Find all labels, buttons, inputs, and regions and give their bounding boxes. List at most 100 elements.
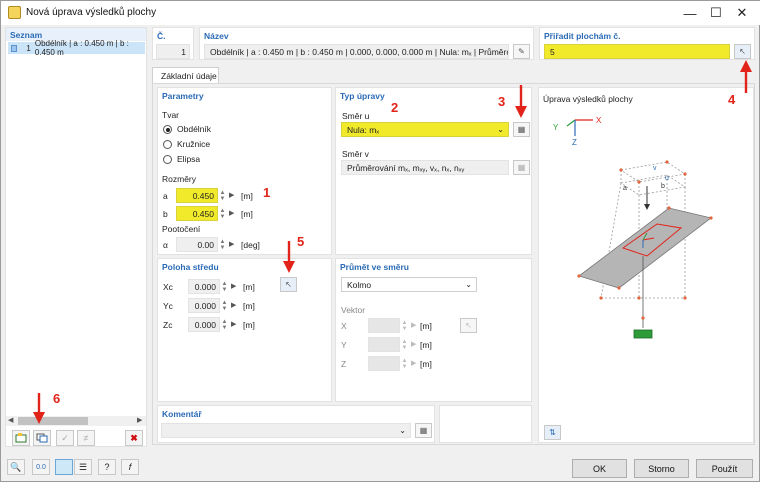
yc-input[interactable]: 0.000	[188, 298, 220, 313]
direction-v-edit-icon[interactable]: ▦	[513, 160, 530, 175]
list-item[interactable]: 1 Obdélník | a : 0.450 m | b : 0.450 m	[8, 39, 145, 57]
list-item-text: Obdélník | a : 0.450 m | b : 0.450 m	[34, 39, 129, 57]
ok-button[interactable]: OK	[572, 459, 627, 478]
direction-v-select[interactable]: Průměrování mₓ, mₓᵧ, vₓ, nₓ, nₓᵧ	[341, 160, 509, 175]
radio-ellipse-label: Elipsa	[177, 154, 201, 164]
scroll-left-icon[interactable]: ◀	[8, 416, 13, 424]
vector-y-label: Y	[341, 340, 347, 350]
radio-ellipse[interactable]: Elipsa	[163, 154, 263, 165]
callout-6: 6	[53, 391, 61, 406]
xc-spinner[interactable]: ▲ ▼	[220, 279, 229, 294]
units-icon[interactable]: 0.0	[32, 459, 50, 475]
radio-rectangle-label: Obdélník	[177, 124, 212, 134]
number-label: Č.	[157, 31, 166, 41]
vector-z-unit: [m]	[420, 359, 432, 369]
callout-1: 1	[263, 185, 271, 200]
vector-z-spinner[interactable]: ▲ ▼	[400, 356, 409, 371]
pick-center-icon[interactable]: ↖	[280, 277, 297, 292]
assign-label: Přiřadit plochám č.	[544, 31, 621, 41]
comment-chevron-icon[interactable]: ⌄	[399, 426, 406, 435]
uncheck-items-icon[interactable]: ≠	[77, 430, 95, 446]
list-scrollbar[interactable]: ◀ ▶	[6, 416, 146, 426]
vector-y-menu-arrow-icon[interactable]: ▶	[411, 340, 416, 348]
zc-spinner[interactable]: ▲ ▼	[220, 317, 229, 332]
zc-label: Zc	[163, 320, 173, 330]
list-item-number: 1	[26, 43, 31, 53]
copy-item-icon[interactable]	[33, 430, 51, 446]
vector-z-input[interactable]	[368, 356, 400, 371]
pick-vector-icon[interactable]: ↖	[460, 318, 477, 333]
function-icon[interactable]: f	[121, 459, 139, 475]
direction-u-edit-icon[interactable]: ▦	[513, 122, 530, 137]
dimensions-label: Rozměry	[162, 174, 197, 184]
vector-y-input[interactable]	[368, 337, 400, 352]
alpha-menu-arrow-icon[interactable]: ▶	[229, 240, 234, 248]
parameters-panel: Parametry Tvar Obdélník Kružnice Elipsa …	[157, 87, 332, 255]
radio-circle-dot[interactable]	[163, 140, 172, 149]
shape-label: Tvar	[162, 110, 179, 120]
radio-ellipse-dot[interactable]	[163, 155, 172, 164]
cancel-button[interactable]: Storno	[634, 459, 689, 478]
projection-panel: Průmět ve směru Kolmo ⌄ Vektor X ▲ ▼ ▶ [m…	[335, 258, 532, 402]
zc-menu-arrow-icon[interactable]: ▶	[231, 320, 236, 328]
a-menu-arrow-icon[interactable]: ▶	[229, 191, 234, 199]
vector-x-menu-arrow-icon[interactable]: ▶	[411, 321, 416, 329]
zc-input[interactable]: 0.000	[188, 317, 220, 332]
center-position-header: Poloha středu	[162, 262, 219, 272]
name-panel: Název Obdélník | a : 0.450 m | b : 0.450…	[199, 27, 534, 60]
select-surfaces-icon[interactable]: ↖	[734, 44, 751, 59]
number-field[interactable]: 1	[156, 44, 190, 59]
vector-x-unit: [m]	[420, 321, 432, 331]
chevron-down-icon[interactable]: ⌄	[497, 125, 504, 134]
yc-menu-arrow-icon[interactable]: ▶	[231, 301, 236, 309]
alpha-spinner[interactable]: ▲ ▼	[218, 237, 227, 252]
apply-button[interactable]: Použít	[696, 459, 753, 478]
vector-x-label: X	[341, 321, 347, 331]
xc-input[interactable]: 0.000	[188, 279, 220, 294]
comment-input[interactable]: ⌄	[161, 423, 411, 438]
callout-5: 5	[297, 234, 305, 249]
close-window-button[interactable]: ✕	[725, 1, 759, 25]
modification-type-panel: Typ úpravy Směr u Nula: mₓ ⌄ ▦ Směr v Pr…	[335, 87, 532, 255]
radio-rectangle[interactable]: Obdélník	[163, 124, 263, 135]
vector-y-spinner[interactable]: ▲ ▼	[400, 337, 409, 352]
vector-x-input[interactable]	[368, 318, 400, 333]
assign-panel: Přiřadit plochám č. 5 ↖	[539, 27, 755, 60]
direction-v-label: Směr v	[342, 149, 369, 159]
radio-circle[interactable]: Kružnice	[163, 139, 263, 150]
delete-item-icon[interactable]: ✖	[125, 430, 143, 446]
alpha-input[interactable]: 0.00	[176, 237, 218, 252]
assign-surfaces-input[interactable]: 5	[544, 44, 730, 59]
preview-options-icon[interactable]: ⇅	[544, 425, 561, 440]
table-settings-icon[interactable]: ☰	[74, 459, 92, 475]
b-label: b	[163, 209, 168, 219]
yc-spinner[interactable]: ▲ ▼	[220, 298, 229, 313]
dim-a-text: a	[623, 185, 627, 192]
xc-menu-arrow-icon[interactable]: ▶	[231, 282, 236, 290]
vector-x-spinner[interactable]: ▲ ▼	[400, 318, 409, 333]
tab-basic-data[interactable]: Základní údaje	[152, 67, 219, 83]
a-input[interactable]: 0.450	[176, 188, 218, 203]
modification-type-header: Typ úpravy	[340, 91, 385, 101]
projection-select[interactable]: Kolmo ⌄	[341, 277, 477, 292]
b-spinner[interactable]: ▲ ▼	[218, 206, 227, 221]
projection-chevron-icon[interactable]: ⌄	[465, 280, 472, 289]
yc-unit: [m]	[243, 301, 255, 311]
radio-rectangle-dot[interactable]	[163, 125, 172, 134]
new-item-icon[interactable]	[12, 430, 30, 446]
search-icon[interactable]: 🔍	[7, 459, 25, 475]
direction-u-select[interactable]: Nula: mₓ ⌄	[341, 122, 509, 137]
display-toggle-icon[interactable]	[55, 459, 73, 475]
check-items-icon[interactable]: ✓	[56, 430, 74, 446]
vector-label: Vektor	[341, 305, 366, 315]
b-menu-arrow-icon[interactable]: ▶	[229, 209, 234, 217]
edit-name-icon[interactable]: ✎	[513, 44, 530, 59]
b-input[interactable]: 0.450	[176, 206, 218, 221]
comment-edit-icon[interactable]: ▦	[415, 423, 432, 438]
vector-z-menu-arrow-icon[interactable]: ▶	[411, 359, 416, 367]
scroll-thumb[interactable]	[18, 417, 88, 425]
scroll-right-icon[interactable]: ▶	[137, 416, 142, 424]
help-icon[interactable]: ?	[98, 459, 116, 475]
name-field[interactable]: Obdélník | a : 0.450 m | b : 0.450 m | 0…	[204, 44, 509, 59]
a-spinner[interactable]: ▲ ▼	[218, 188, 227, 203]
